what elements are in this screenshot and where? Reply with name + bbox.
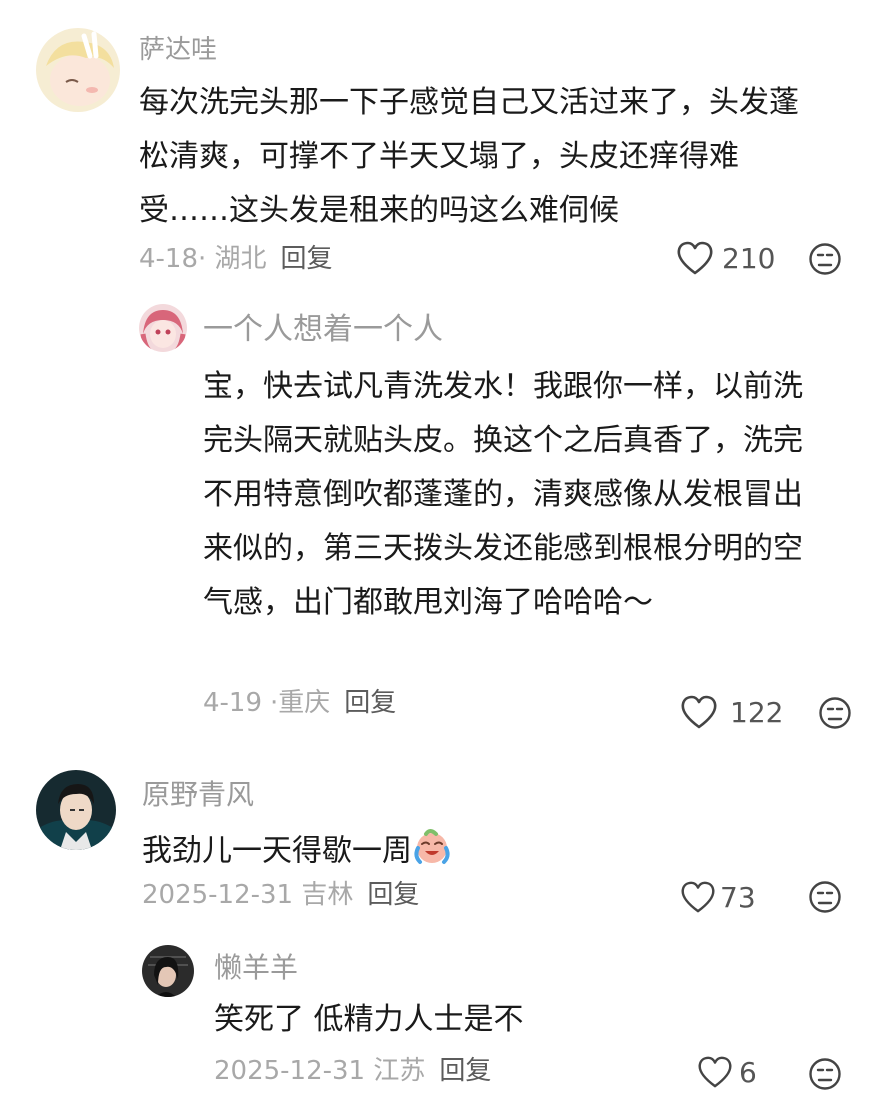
avatar[interactable] [36,28,120,112]
comment-username[interactable]: 萨达哇 [139,34,217,66]
comment-username[interactable]: 原野青风 [142,778,254,812]
comment-meta: 4-19 ·重庆 回复 [203,686,396,720]
like-count: 210 [722,241,776,275]
comment-location: · 湖北 [198,244,267,274]
comment-date: 4-19 [203,688,263,718]
comment-location: ·重庆 [270,688,331,718]
comment-text: 笑死了 低精力人士是不 [214,1002,524,1037]
heart-outline-icon [681,695,717,729]
unamused-face-icon [809,1058,841,1090]
like-button[interactable]: 122 [680,694,783,730]
comment-date: 2025-12-31 [142,880,294,910]
comment-username[interactable]: 懒羊羊 [214,951,298,985]
dislike-button[interactable] [808,880,842,914]
heart-outline-icon [698,1056,732,1088]
like-button[interactable]: 6 [697,1055,757,1089]
comment-date: 4-18 [139,244,199,274]
comment-text-content: 我劲儿一天得歇一周 [142,833,412,869]
heart-outline-icon [681,881,715,913]
dislike-button[interactable] [808,1057,842,1091]
dislike-button[interactable] [808,242,842,276]
reply-button[interactable]: 回复 [367,880,419,910]
avatar[interactable] [142,945,194,997]
like-button[interactable]: 73 [680,880,756,914]
unamused-face-icon [819,697,851,729]
comment-username[interactable]: 一个人想着一个人 [203,312,443,348]
comment-location: 吉林 [301,880,354,910]
crying-laughing-emoji-icon [412,826,452,878]
reply-button[interactable]: 回复 [281,244,333,274]
comment-item: 一个人想着一个人 宝，快去试凡青洗发水！我跟你一样，以前洗完头隔天就贴头皮。换这… [0,290,881,750]
unamused-face-icon [809,243,841,275]
avatar[interactable] [139,304,187,352]
like-count: 122 [730,695,784,729]
comment-date: 2025-12-31 [214,1056,366,1086]
comment-item: 懒羊羊 笑死了 低精力人士是不 2025-12-31 江苏 回复 6 [0,925,881,1113]
like-count: 73 [720,880,756,914]
comment-text: 我劲儿一天得歇一周 [142,826,742,878]
comment-item: 萨达哇 每次洗完头那一下子感觉自己又活过来了，头发蓬松清爽，可撑不了半天又塌了，… [0,0,881,290]
comment-item: 原野青风 我劲儿一天得歇一周 2025-12-31 吉林 回复 73 [0,750,881,925]
unamused-face-icon [809,881,841,913]
comment-meta: 2025-12-31 江苏 回复 [214,1054,491,1088]
comment-meta: 2025-12-31 吉林 回复 [142,878,419,912]
like-count: 6 [739,1055,757,1089]
comment-text: 宝，快去试凡青洗发水！我跟你一样，以前洗完头隔天就贴头皮。换这个之后真香了，洗完… [203,369,803,620]
comment-text: 每次洗完头那一下子感觉自己又活过来了，头发蓬松清爽，可撑不了半天又塌了，头皮还痒… [139,85,799,228]
avatar[interactable] [36,770,116,850]
like-button[interactable]: 210 [676,240,775,276]
heart-outline-icon [677,241,713,275]
dislike-button[interactable] [818,696,852,730]
reply-button[interactable]: 回复 [439,1056,491,1086]
comment-meta: 4-18· 湖北 回复 [139,242,333,276]
comment-location: 江苏 [373,1056,426,1086]
reply-button[interactable]: 回复 [344,688,396,718]
